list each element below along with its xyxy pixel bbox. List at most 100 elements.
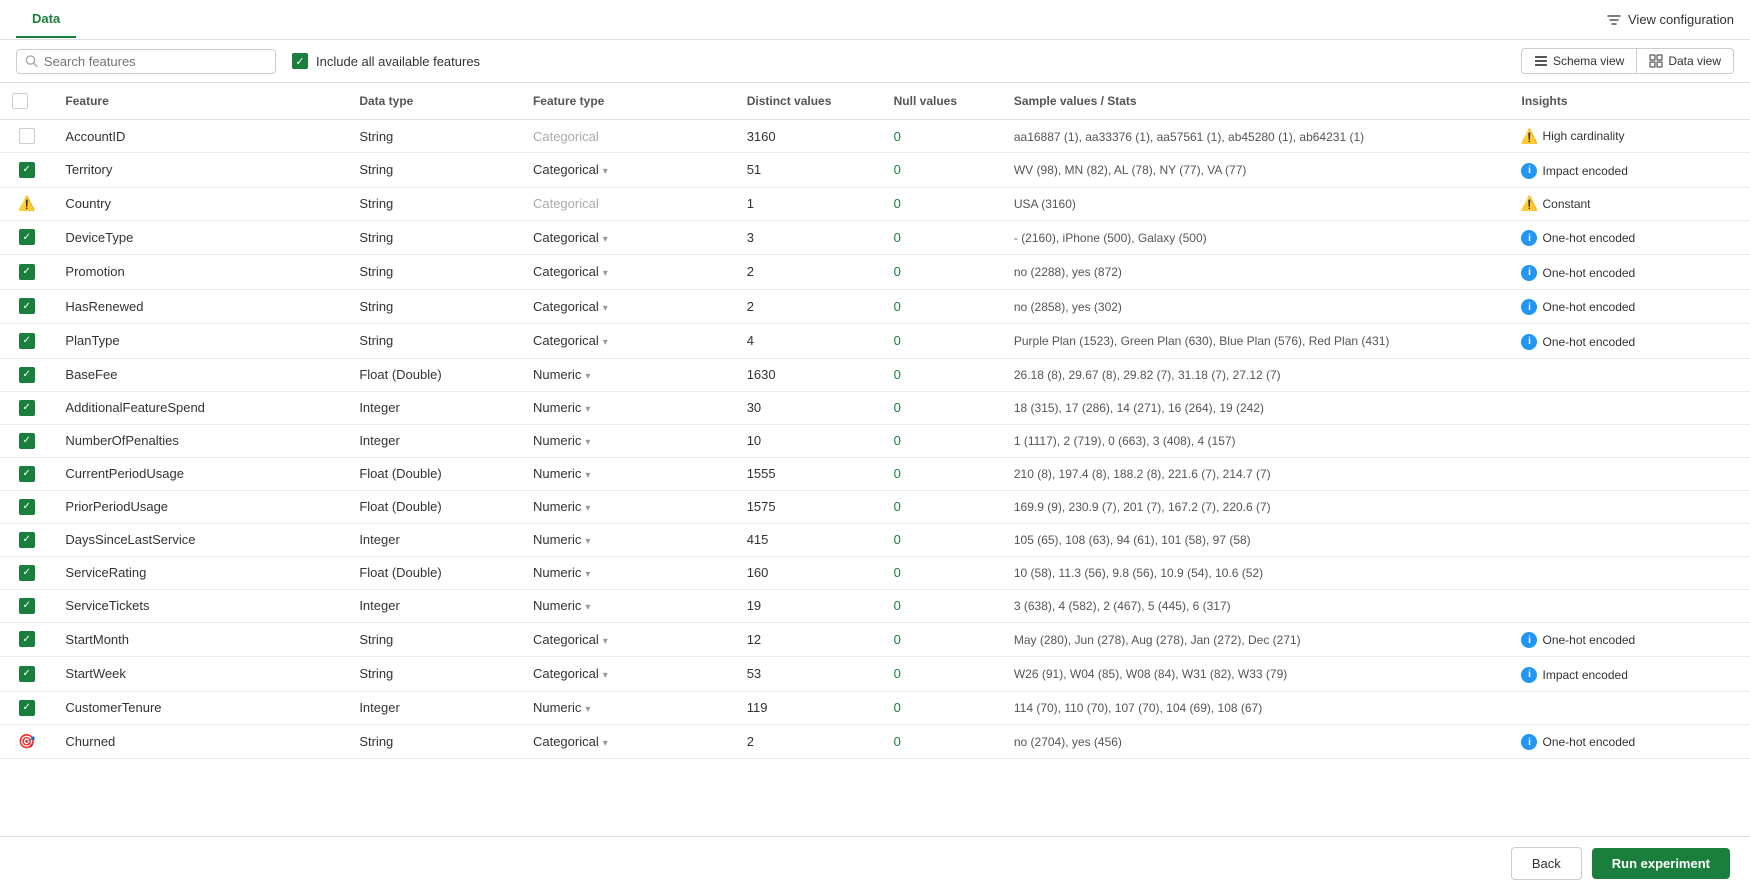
feature-type: Categorical: [521, 187, 735, 220]
row-checkbox[interactable]: ✓: [19, 162, 35, 178]
row-checkbox[interactable]: ✓: [19, 466, 35, 482]
footer-bar: Back Run experiment: [0, 836, 1750, 890]
feature-type: Categorical▾: [521, 220, 735, 255]
search-box[interactable]: [16, 49, 276, 74]
schema-view-button[interactable]: Schema view: [1521, 48, 1637, 74]
feature-type: Categorical▾: [521, 657, 735, 692]
table-row: ⚠️ Country String Categorical 1 0 USA (3…: [0, 187, 1750, 220]
feature-type-dropdown[interactable]: ▾: [585, 704, 590, 715]
feature-type-dropdown[interactable]: ▾: [603, 670, 608, 681]
table-body: AccountID String Categorical 3160 0 aa16…: [0, 120, 1750, 759]
feature-type-dropdown[interactable]: ▾: [603, 337, 608, 348]
data-type: Float (Double): [347, 358, 521, 391]
feature-name: StartMonth: [53, 622, 347, 657]
check-cell: [0, 120, 53, 153]
feature-type-dropdown[interactable]: ▾: [603, 268, 608, 279]
data-type: String: [347, 724, 521, 759]
check-cell: ✓: [0, 358, 53, 391]
null-values: 0: [882, 289, 1002, 324]
check-cell: ✓: [0, 324, 53, 359]
null-values: 0: [882, 457, 1002, 490]
feature-type-dropdown[interactable]: ▾: [603, 234, 608, 245]
feature-type-dropdown[interactable]: ▾: [603, 738, 608, 749]
row-checkbox[interactable]: ✓: [19, 264, 35, 280]
row-checkbox[interactable]: ✓: [19, 433, 35, 449]
row-checkbox[interactable]: [19, 128, 35, 144]
insight-badge: i One-hot encoded: [1521, 230, 1635, 246]
feature-type-dropdown[interactable]: ▾: [603, 166, 608, 177]
data-type: Integer: [347, 691, 521, 724]
insight-badge: ⚠️ Constant: [1521, 196, 1590, 212]
main-content: Feature Data type Feature type Distinct …: [0, 83, 1750, 853]
feature-type-dropdown[interactable]: ▾: [603, 636, 608, 647]
null-values: 0: [882, 657, 1002, 692]
run-experiment-button[interactable]: Run experiment: [1592, 848, 1730, 879]
sample-values: 10 (58), 11.3 (56), 9.8 (56), 10.9 (54),…: [1002, 556, 1510, 589]
config-icon: [1606, 12, 1622, 28]
feature-type: Categorical▾: [521, 255, 735, 290]
insights-cell: i One-hot encoded: [1509, 724, 1750, 759]
data-type: String: [347, 324, 521, 359]
insights-cell: ⚠️ High cardinality: [1509, 120, 1750, 153]
view-config-button[interactable]: View configuration: [1606, 12, 1734, 28]
info-icon: i: [1521, 632, 1537, 648]
include-checkbox[interactable]: ✓: [292, 53, 308, 69]
feature-name: CurrentPeriodUsage: [53, 457, 347, 490]
row-checkbox[interactable]: ✓: [19, 298, 35, 314]
search-input[interactable]: [44, 54, 267, 69]
feature-name: ServiceRating: [53, 556, 347, 589]
data-type: Integer: [347, 391, 521, 424]
sample-values: WV (98), MN (82), AL (78), NY (77), VA (…: [1002, 153, 1510, 188]
feature-type-dropdown[interactable]: ▾: [585, 371, 590, 382]
check-cell: ✓: [0, 220, 53, 255]
feature-type-dropdown[interactable]: ▾: [585, 404, 590, 415]
feature-name: AdditionalFeatureSpend: [53, 391, 347, 424]
feature-type-dropdown[interactable]: ▾: [603, 303, 608, 314]
feature-name: PlanType: [53, 324, 347, 359]
feature-type-dropdown[interactable]: ▾: [585, 503, 590, 514]
distinct-values: 12: [735, 622, 882, 657]
feature-type-dropdown[interactable]: ▾: [585, 470, 590, 481]
table-row: ✓ CurrentPeriodUsage Float (Double) Nume…: [0, 457, 1750, 490]
col-header-distinct: Distinct values: [735, 83, 882, 120]
data-view-button[interactable]: Data view: [1637, 48, 1734, 74]
sample-values: Purple Plan (1523), Green Plan (630), Bl…: [1002, 324, 1510, 359]
table-row: ✓ PlanType String Categorical▾ 4 0 Purpl…: [0, 324, 1750, 359]
distinct-values: 1630: [735, 358, 882, 391]
back-button[interactable]: Back: [1511, 847, 1582, 880]
feature-type-dropdown[interactable]: ▾: [585, 437, 590, 448]
feature-type-dropdown[interactable]: ▾: [585, 602, 590, 613]
data-type: Integer: [347, 589, 521, 622]
insight-badge: i One-hot encoded: [1521, 734, 1635, 750]
insights-cell: i One-hot encoded: [1509, 324, 1750, 359]
row-checkbox[interactable]: ✓: [19, 666, 35, 682]
insights-cell: [1509, 424, 1750, 457]
distinct-values: 4: [735, 324, 882, 359]
row-checkbox[interactable]: ✓: [19, 532, 35, 548]
data-type: String: [347, 622, 521, 657]
null-values: 0: [882, 255, 1002, 290]
insight-badge: i Impact encoded: [1521, 667, 1627, 683]
row-checkbox[interactable]: ✓: [19, 229, 35, 245]
row-checkbox[interactable]: ✓: [19, 631, 35, 647]
table-row: ✓ Promotion String Categorical▾ 2 0 no (…: [0, 255, 1750, 290]
distinct-values: 19: [735, 589, 882, 622]
data-type: String: [347, 120, 521, 153]
row-checkbox[interactable]: ✓: [19, 367, 35, 383]
feature-type: Numeric▾: [521, 457, 735, 490]
warning-icon: ⚠️: [1521, 196, 1537, 212]
feature-type-dropdown[interactable]: ▾: [585, 536, 590, 547]
col-header-feature: Feature: [53, 83, 347, 120]
feature-type-dropdown[interactable]: ▾: [585, 569, 590, 580]
row-checkbox[interactable]: ✓: [19, 700, 35, 716]
row-checkbox[interactable]: ✓: [19, 499, 35, 515]
row-checkbox[interactable]: ✓: [19, 333, 35, 349]
row-checkbox[interactable]: ✓: [19, 400, 35, 416]
include-features-row: ✓ Include all available features: [292, 53, 480, 69]
data-tab[interactable]: Data: [16, 1, 76, 38]
distinct-values: 2: [735, 724, 882, 759]
row-checkbox[interactable]: ✓: [19, 598, 35, 614]
row-checkbox[interactable]: ✓: [19, 565, 35, 581]
insights-cell: [1509, 457, 1750, 490]
header-checkbox[interactable]: [12, 93, 28, 109]
